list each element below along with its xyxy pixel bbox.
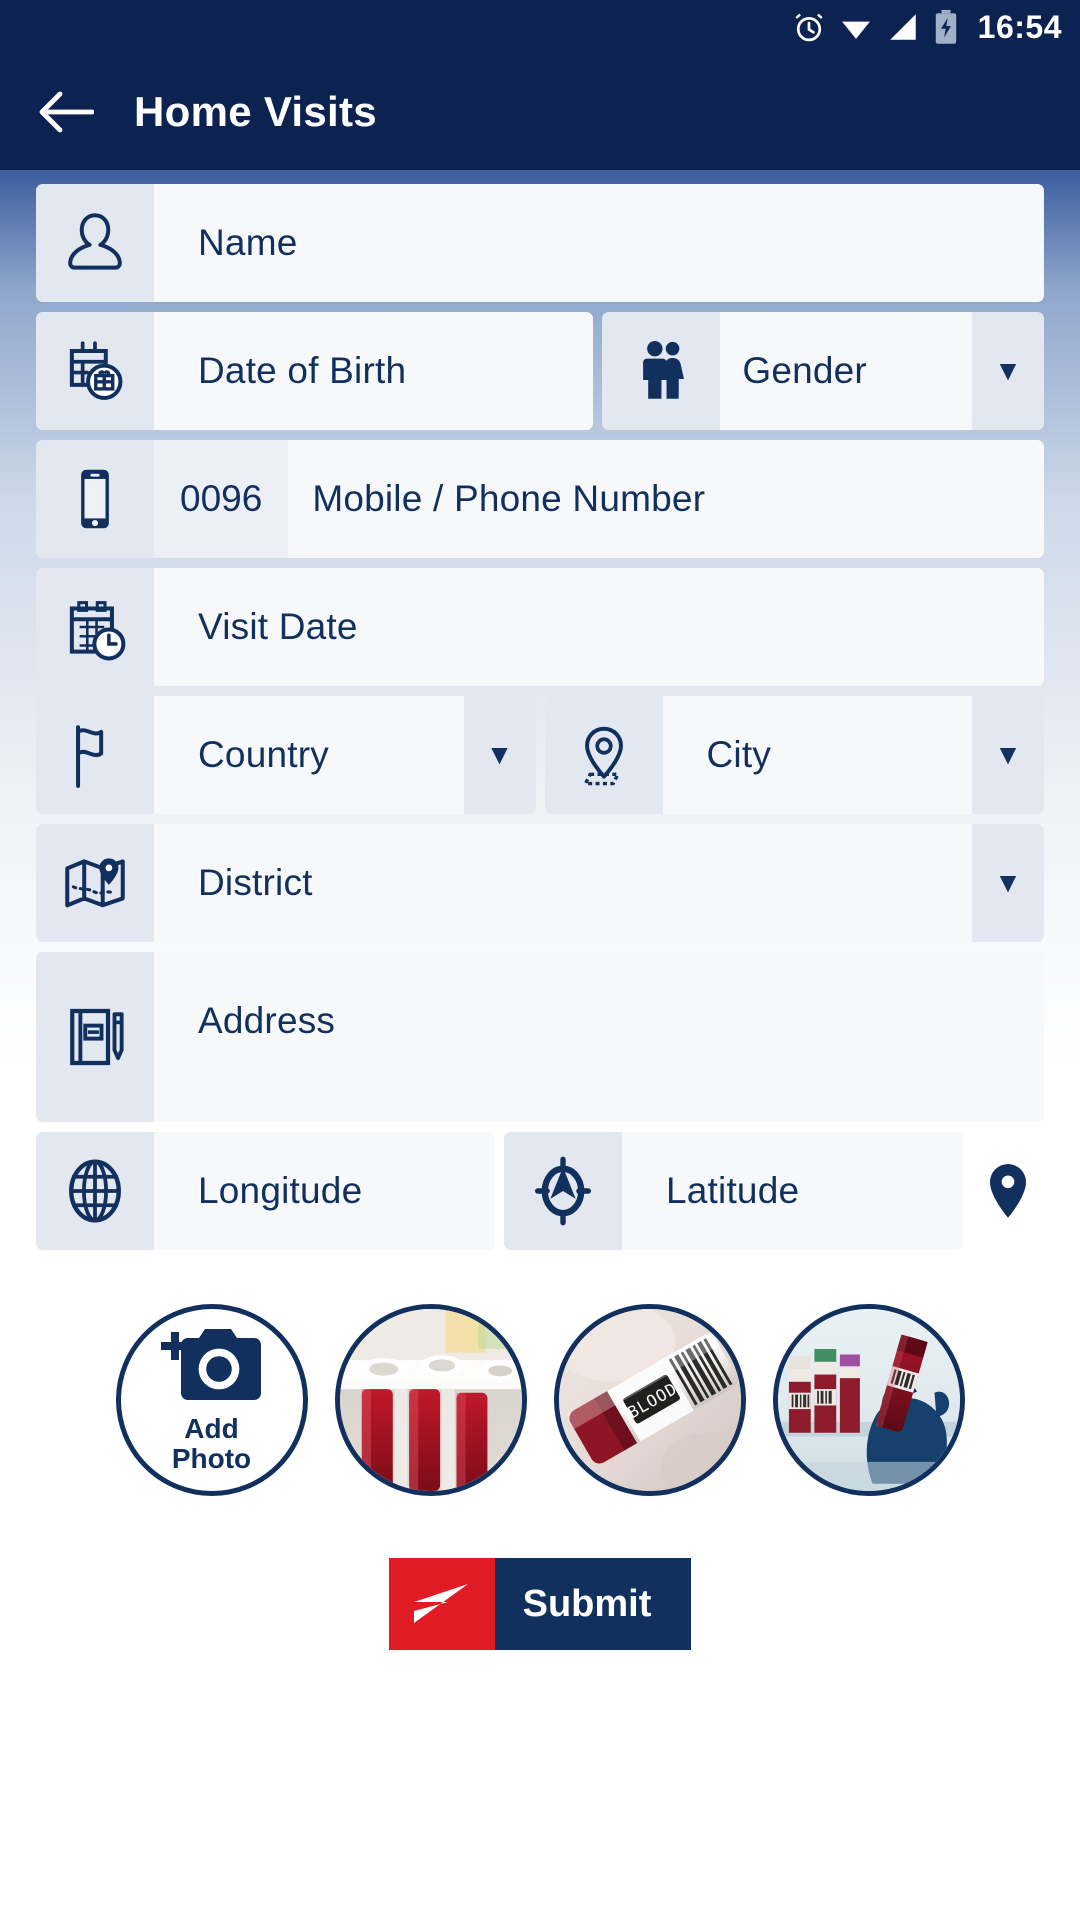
field-city[interactable]: City ▼ <box>544 696 1044 814</box>
chevron-down-icon-gender[interactable]: ▼ <box>972 312 1044 430</box>
battery-charging-icon <box>933 9 959 45</box>
submit-area: Submit <box>0 1496 1080 1650</box>
map-pin-icon <box>544 696 663 814</box>
field-latitude-label: Latitude <box>666 1170 800 1211</box>
field-gender-select[interactable]: Gender <box>720 312 972 430</box>
field-latitude[interactable]: Latitude <box>504 1132 963 1250</box>
field-city-select[interactable]: City <box>662 696 972 814</box>
blood-vial-labeled-photo: BLOOD <box>558 1309 741 1491</box>
cellular-signal-icon <box>886 10 920 44</box>
app-bar: Home Visits <box>0 54 1080 170</box>
field-address-input[interactable]: Address <box>154 952 1044 1122</box>
field-visit-date-label: Visit Date <box>198 606 358 647</box>
calendar-birthday-icon <box>36 312 154 430</box>
home-visit-form: Name Date of Birth Gender ▼ 0096 Mobile … <box>0 170 1080 1276</box>
field-name-input[interactable]: Name <box>154 184 1044 302</box>
photo-thumbnail[interactable] <box>772 1304 965 1496</box>
photo-thumbnail[interactable] <box>334 1304 527 1496</box>
gender-icon <box>602 312 721 430</box>
add-photo-label-line1: Add <box>184 1413 239 1445</box>
field-district[interactable]: District ▼ <box>36 824 1044 942</box>
field-gender-label: Gender <box>742 350 867 391</box>
field-district-select[interactable]: District <box>154 824 972 942</box>
page-title: Home Visits <box>134 88 377 135</box>
field-country[interactable]: Country ▼ <box>36 696 536 814</box>
compass-icon <box>504 1132 622 1250</box>
add-photo-button[interactable]: Add Photo <box>115 1304 308 1496</box>
alarm-clock-icon <box>792 10 826 44</box>
mobile-phone-icon <box>36 440 154 558</box>
send-plane-icon <box>388 1558 495 1650</box>
field-country-label: Country <box>198 734 329 775</box>
field-district-label: District <box>198 862 313 903</box>
field-date-of-birth-input[interactable]: Date of Birth <box>154 312 594 430</box>
field-city-label: City <box>706 734 772 775</box>
chevron-down-icon-city[interactable]: ▼ <box>972 696 1044 814</box>
photo-strip: Add Photo BLOOD <box>0 1276 1080 1496</box>
status-bar: 16:54 <box>0 0 1080 54</box>
field-latitude-input[interactable]: Latitude <box>622 1132 963 1250</box>
field-name-label: Name <box>198 222 298 263</box>
submit-button[interactable]: Submit <box>388 1558 692 1650</box>
field-phone[interactable]: 0096 Mobile / Phone Number <box>36 440 1044 558</box>
notebook-pencil-icon <box>36 952 154 1122</box>
form-row-name: Name <box>36 184 1044 302</box>
form-row-phone: 0096 Mobile / Phone Number <box>36 440 1044 558</box>
calendar-clock-icon <box>36 568 154 686</box>
form-row-coordinates: Longitude Latitude <box>36 1132 1044 1250</box>
chevron-down-icon-country[interactable]: ▼ <box>463 696 536 814</box>
field-visit-date-input[interactable]: Visit Date <box>154 568 1044 686</box>
form-row-district: District ▼ <box>36 824 1044 942</box>
field-date-of-birth-label: Date of Birth <box>198 350 407 391</box>
field-address-label: Address <box>198 1000 336 1041</box>
photo-thumbnail[interactable]: BLOOD <box>553 1304 746 1496</box>
field-longitude[interactable]: Longitude <box>36 1132 495 1250</box>
blood-tubes-gloved-hand-photo <box>777 1309 960 1491</box>
wifi-icon <box>839 10 873 44</box>
field-gender[interactable]: Gender ▼ <box>602 312 1044 430</box>
form-row-visit-date: Visit Date <box>36 568 1044 686</box>
submit-button-label: Submit <box>494 1558 692 1650</box>
form-row-address: Address <box>36 952 1044 1122</box>
back-arrow-icon[interactable] <box>38 90 94 134</box>
status-bar-time: 16:54 <box>977 8 1062 45</box>
field-longitude-input[interactable]: Longitude <box>154 1132 495 1250</box>
field-address[interactable]: Address <box>36 952 1044 1122</box>
field-name[interactable]: Name <box>36 184 1044 302</box>
person-icon <box>36 184 154 302</box>
location-pin-icon[interactable] <box>972 1132 1044 1250</box>
field-phone-label: Mobile / Phone Number <box>312 478 706 519</box>
field-phone-input[interactable]: Mobile / Phone Number <box>288 440 1044 558</box>
field-country-select[interactable]: Country <box>154 696 464 814</box>
form-row-country-city: Country ▼ City ▼ <box>36 696 1044 814</box>
field-longitude-label: Longitude <box>198 1170 363 1211</box>
blood-sample-tubes-rack-photo <box>339 1309 522 1491</box>
field-phone-country-code[interactable]: 0096 <box>154 440 289 558</box>
add-camera-icon <box>160 1327 264 1410</box>
map-location-icon <box>36 824 154 942</box>
add-photo-label: Add Photo <box>172 1414 251 1473</box>
field-date-of-birth[interactable]: Date of Birth <box>36 312 594 430</box>
globe-icon <box>36 1132 154 1250</box>
add-photo-label-line2: Photo <box>171 1442 252 1474</box>
form-row-dob-gender: Date of Birth Gender ▼ <box>36 312 1044 430</box>
flag-icon <box>36 696 154 814</box>
chevron-down-icon-district[interactable]: ▼ <box>972 824 1044 942</box>
field-visit-date[interactable]: Visit Date <box>36 568 1044 686</box>
